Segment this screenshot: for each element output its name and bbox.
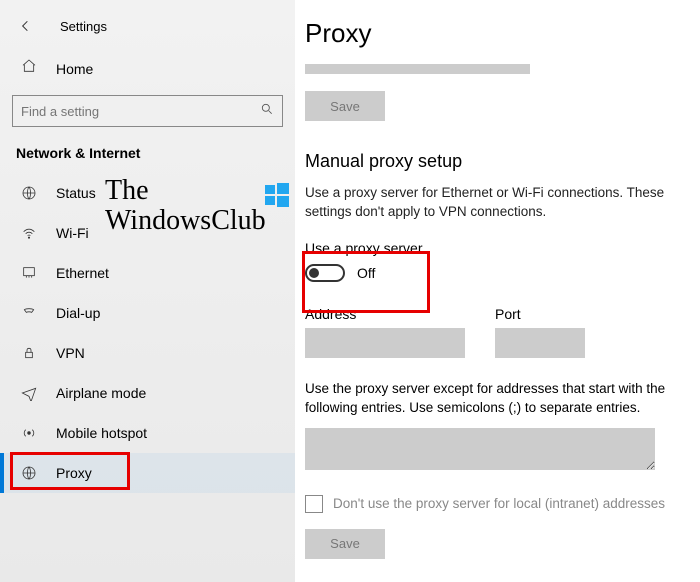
vpn-icon	[20, 345, 38, 361]
sidebar-item-wifi[interactable]: Wi-Fi	[0, 213, 295, 253]
hotspot-icon	[20, 425, 38, 441]
port-label: Port	[495, 306, 585, 322]
address-input[interactable]	[305, 328, 465, 358]
sidebar-item-ethernet[interactable]: Ethernet	[0, 253, 295, 293]
sidebar-item-label: Airplane mode	[56, 385, 146, 401]
sidebar: Settings Home Network & Internet Status …	[0, 0, 295, 582]
sidebar-item-label: Ethernet	[56, 265, 109, 281]
save-button-top[interactable]: Save	[305, 91, 385, 121]
disabled-field	[305, 64, 530, 74]
toggle-state: Off	[357, 265, 375, 281]
local-bypass-label: Don't use the proxy server for local (in…	[333, 496, 665, 511]
search-input-container[interactable]	[12, 95, 283, 127]
port-input[interactable]	[495, 328, 585, 358]
wifi-icon	[20, 225, 38, 241]
sidebar-item-label: Proxy	[56, 465, 92, 481]
selected-indicator	[0, 453, 4, 493]
dialup-icon	[20, 305, 38, 321]
search-icon	[260, 102, 274, 121]
exceptions-input[interactable]	[305, 428, 655, 470]
sidebar-item-label: Status	[56, 185, 96, 201]
exceptions-description: Use the proxy server except for addresse…	[305, 380, 675, 418]
sidebar-item-label: Home	[56, 61, 93, 77]
sidebar-item-label: Mobile hotspot	[56, 425, 147, 441]
address-label: Address	[305, 306, 465, 322]
toggle-knob	[309, 268, 319, 278]
window-title: Settings	[60, 19, 107, 34]
section-description: Use a proxy server for Ethernet or Wi-Fi…	[305, 184, 685, 222]
sidebar-item-label: VPN	[56, 345, 85, 361]
local-bypass-checkbox[interactable]	[305, 495, 323, 513]
ethernet-icon	[20, 265, 38, 281]
sidebar-item-vpn[interactable]: VPN	[0, 333, 295, 373]
section-heading: Manual proxy setup	[305, 151, 700, 172]
search-input[interactable]	[21, 104, 260, 119]
proxy-icon	[20, 465, 38, 481]
sidebar-item-home[interactable]: Home	[0, 50, 295, 87]
main-panel: Proxy Save Manual proxy setup Use a prox…	[295, 0, 700, 582]
sidebar-item-dialup[interactable]: Dial-up	[0, 293, 295, 333]
sidebar-item-hotspot[interactable]: Mobile hotspot	[0, 413, 295, 453]
sidebar-item-status[interactable]: Status	[0, 173, 295, 213]
back-button[interactable]	[12, 12, 40, 40]
sidebar-item-label: Dial-up	[56, 305, 100, 321]
sidebar-item-airplane[interactable]: Airplane mode	[0, 373, 295, 413]
sidebar-item-label: Wi-Fi	[56, 225, 89, 241]
sidebar-item-proxy[interactable]: Proxy	[0, 453, 295, 493]
toggle-label: Use a proxy server	[305, 240, 700, 256]
category-heading: Network & Internet	[0, 141, 295, 173]
status-icon	[20, 185, 38, 201]
home-icon	[20, 58, 38, 79]
save-button-bottom[interactable]: Save	[305, 529, 385, 559]
page-title: Proxy	[305, 18, 700, 49]
airplane-icon	[20, 385, 38, 401]
proxy-toggle[interactable]	[305, 264, 345, 282]
arrow-left-icon	[18, 18, 34, 34]
